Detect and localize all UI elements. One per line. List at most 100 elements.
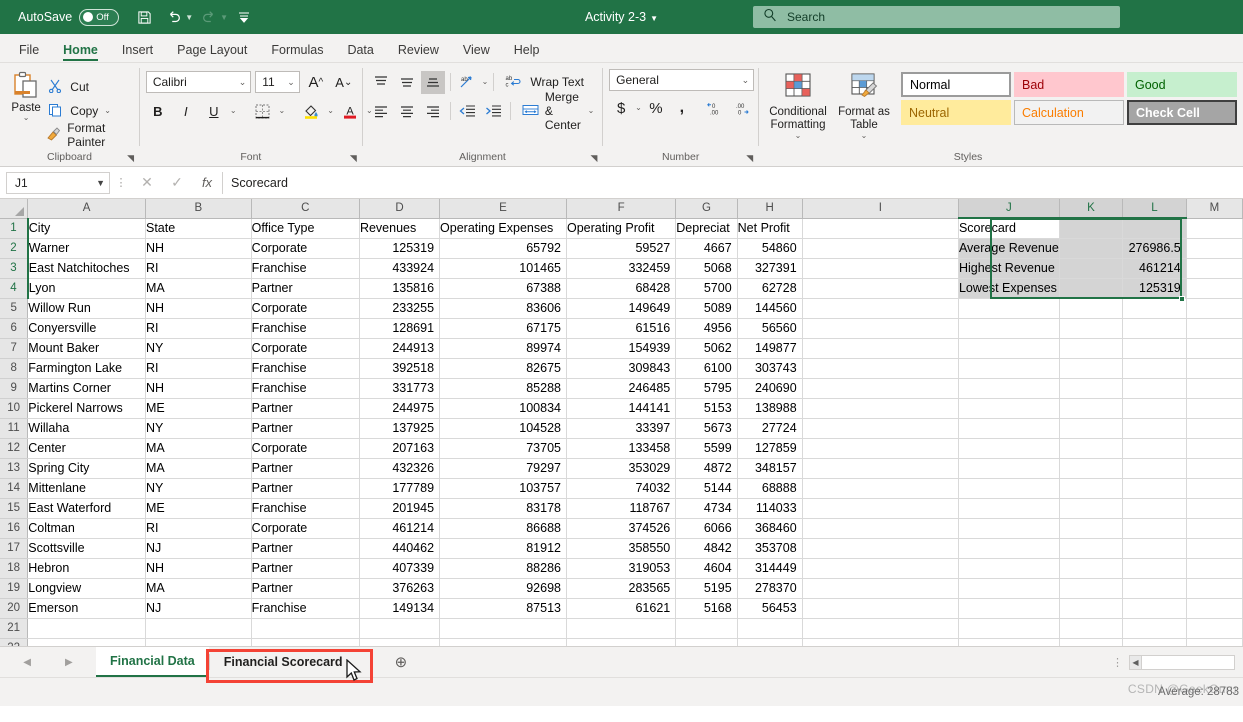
search-box[interactable]: Search <box>753 6 1120 28</box>
row-header-10[interactable]: 10 <box>0 398 29 419</box>
cell-h5[interactable]: 144560 <box>737 298 803 319</box>
cell-g18[interactable]: 4604 <box>675 558 738 579</box>
scroll-left-arrow[interactable]: ◀ <box>1130 655 1142 669</box>
cell-a22[interactable] <box>27 638 146 646</box>
row-header-16[interactable]: 16 <box>0 518 29 539</box>
number-format-combo[interactable]: General ⌄ <box>609 69 755 91</box>
cell-h20[interactable]: 56453 <box>737 598 803 619</box>
cell-f17[interactable]: 358550 <box>566 538 677 559</box>
column-header-h[interactable]: H <box>737 199 803 219</box>
name-box[interactable]: J1 ▼ <box>6 171 110 194</box>
cell-g14[interactable]: 5144 <box>675 478 738 499</box>
cell-d16[interactable]: 461214 <box>359 518 441 539</box>
formula-input[interactable]: Scorecard <box>222 171 1237 194</box>
save-icon[interactable] <box>131 4 158 30</box>
cell-h8[interactable]: 303743 <box>737 358 803 379</box>
cell-d6[interactable]: 128691 <box>359 318 441 339</box>
format-as-table-button[interactable]: Format as Table ⌄ <box>831 67 897 151</box>
fill-color-icon[interactable] <box>299 100 323 123</box>
cell-c1[interactable]: Office Type <box>251 218 360 239</box>
cell-i11[interactable] <box>802 418 959 439</box>
ribbon-tab-formulas[interactable]: Formulas <box>260 40 334 62</box>
font-name-caret[interactable]: ⌄ <box>239 77 247 88</box>
cell-g16[interactable]: 6066 <box>675 518 738 539</box>
cell-h12[interactable]: 127859 <box>737 438 803 459</box>
ribbon-tab-review[interactable]: Review <box>387 40 450 62</box>
cell-k11[interactable] <box>1059 418 1124 439</box>
undo-icon[interactable] <box>160 4 187 30</box>
conditional-formatting-button[interactable]: Conditional Formatting ⌄ <box>765 67 831 151</box>
ribbon-tab-insert[interactable]: Insert <box>111 40 164 62</box>
align-middle-icon[interactable] <box>395 71 419 94</box>
cell-f11[interactable]: 33397 <box>566 418 677 439</box>
cell-i19[interactable] <box>802 578 959 599</box>
cell-l15[interactable] <box>1122 498 1187 519</box>
row-header-21[interactable]: 21 <box>0 618 29 639</box>
cell-f13[interactable]: 353029 <box>566 458 677 479</box>
cell-b20[interactable]: NJ <box>145 598 252 619</box>
cell-l8[interactable] <box>1122 358 1187 379</box>
cell-m19[interactable] <box>1186 578 1243 599</box>
cell-j10[interactable] <box>958 398 1060 419</box>
row-header-13[interactable]: 13 <box>0 458 29 479</box>
cell-b10[interactable]: ME <box>145 398 252 419</box>
cell-k6[interactable] <box>1059 318 1124 339</box>
underline-button[interactable]: U <box>202 100 226 123</box>
increase-font-size-icon[interactable]: A ^ <box>304 71 328 94</box>
cell-b6[interactable]: RI <box>145 318 252 339</box>
cell-f14[interactable]: 74032 <box>566 478 677 499</box>
cell-i21[interactable] <box>802 618 959 639</box>
cell-j13[interactable] <box>958 458 1060 479</box>
cell-m3[interactable] <box>1186 258 1243 279</box>
cell-j18[interactable] <box>958 558 1060 579</box>
cell-l14[interactable] <box>1122 478 1187 499</box>
cell-g20[interactable]: 5168 <box>675 598 738 619</box>
font-size-caret[interactable]: ⌄ <box>287 77 295 88</box>
enter-icon[interactable]: ✓ <box>162 174 192 191</box>
row-header-6[interactable]: 6 <box>0 318 29 339</box>
cut-button[interactable]: Cut <box>46 77 133 98</box>
ribbon-tab-file[interactable]: File <box>8 40 50 62</box>
cell-l9[interactable] <box>1122 378 1187 399</box>
cell-i15[interactable] <box>802 498 959 519</box>
cell-j16[interactable] <box>958 518 1060 539</box>
cell-m15[interactable] <box>1186 498 1243 519</box>
alignment-dialog-launcher[interactable]: ◥ <box>590 152 597 165</box>
ribbon-tab-data[interactable]: Data <box>336 40 384 62</box>
cell-e22[interactable] <box>439 638 567 646</box>
cell-h1[interactable]: Net Profit <box>737 218 803 239</box>
cell-j4[interactable]: Lowest Expenses <box>958 278 1060 299</box>
cell-j21[interactable] <box>958 618 1060 639</box>
decrease-font-size-icon[interactable]: A ⌄ <box>332 71 356 94</box>
cell-b8[interactable]: RI <box>145 358 252 379</box>
cell-i17[interactable] <box>802 538 959 559</box>
align-bottom-icon[interactable] <box>420 70 445 94</box>
undo-dropdown-caret[interactable]: ▼ <box>185 13 193 22</box>
cell-l2[interactable]: 276986.5 <box>1122 238 1187 259</box>
cell-f3[interactable]: 332459 <box>566 258 677 279</box>
cell-c10[interactable]: Partner <box>251 398 360 419</box>
row-header-3[interactable]: 3 <box>0 258 29 279</box>
cell-h7[interactable]: 149877 <box>737 338 803 359</box>
redo-dropdown-caret[interactable]: ▼ <box>220 13 228 22</box>
cell-a6[interactable]: Conyersville <box>27 318 146 339</box>
conditional-formatting-caret[interactable]: ⌄ <box>795 132 802 140</box>
cell-m4[interactable] <box>1186 278 1243 299</box>
cell-h15[interactable]: 114033 <box>737 498 803 519</box>
cell-j6[interactable] <box>958 318 1060 339</box>
cell-k14[interactable] <box>1059 478 1124 499</box>
cell-h2[interactable]: 54860 <box>737 238 803 259</box>
column-header-g[interactable]: G <box>675 199 738 219</box>
cell-k3[interactable] <box>1059 258 1124 279</box>
row-header-2[interactable]: 2 <box>0 238 29 259</box>
cell-e14[interactable]: 103757 <box>439 478 567 499</box>
row-header-5[interactable]: 5 <box>0 298 29 319</box>
cell-f2[interactable]: 59527 <box>566 238 677 259</box>
cell-b7[interactable]: NY <box>145 338 252 359</box>
cell-g5[interactable]: 5089 <box>675 298 738 319</box>
cell-l7[interactable] <box>1122 338 1187 359</box>
cell-e9[interactable]: 85288 <box>439 378 567 399</box>
cell-l6[interactable] <box>1122 318 1187 339</box>
cell-j5[interactable] <box>958 298 1060 319</box>
cell-h17[interactable]: 353708 <box>737 538 803 559</box>
